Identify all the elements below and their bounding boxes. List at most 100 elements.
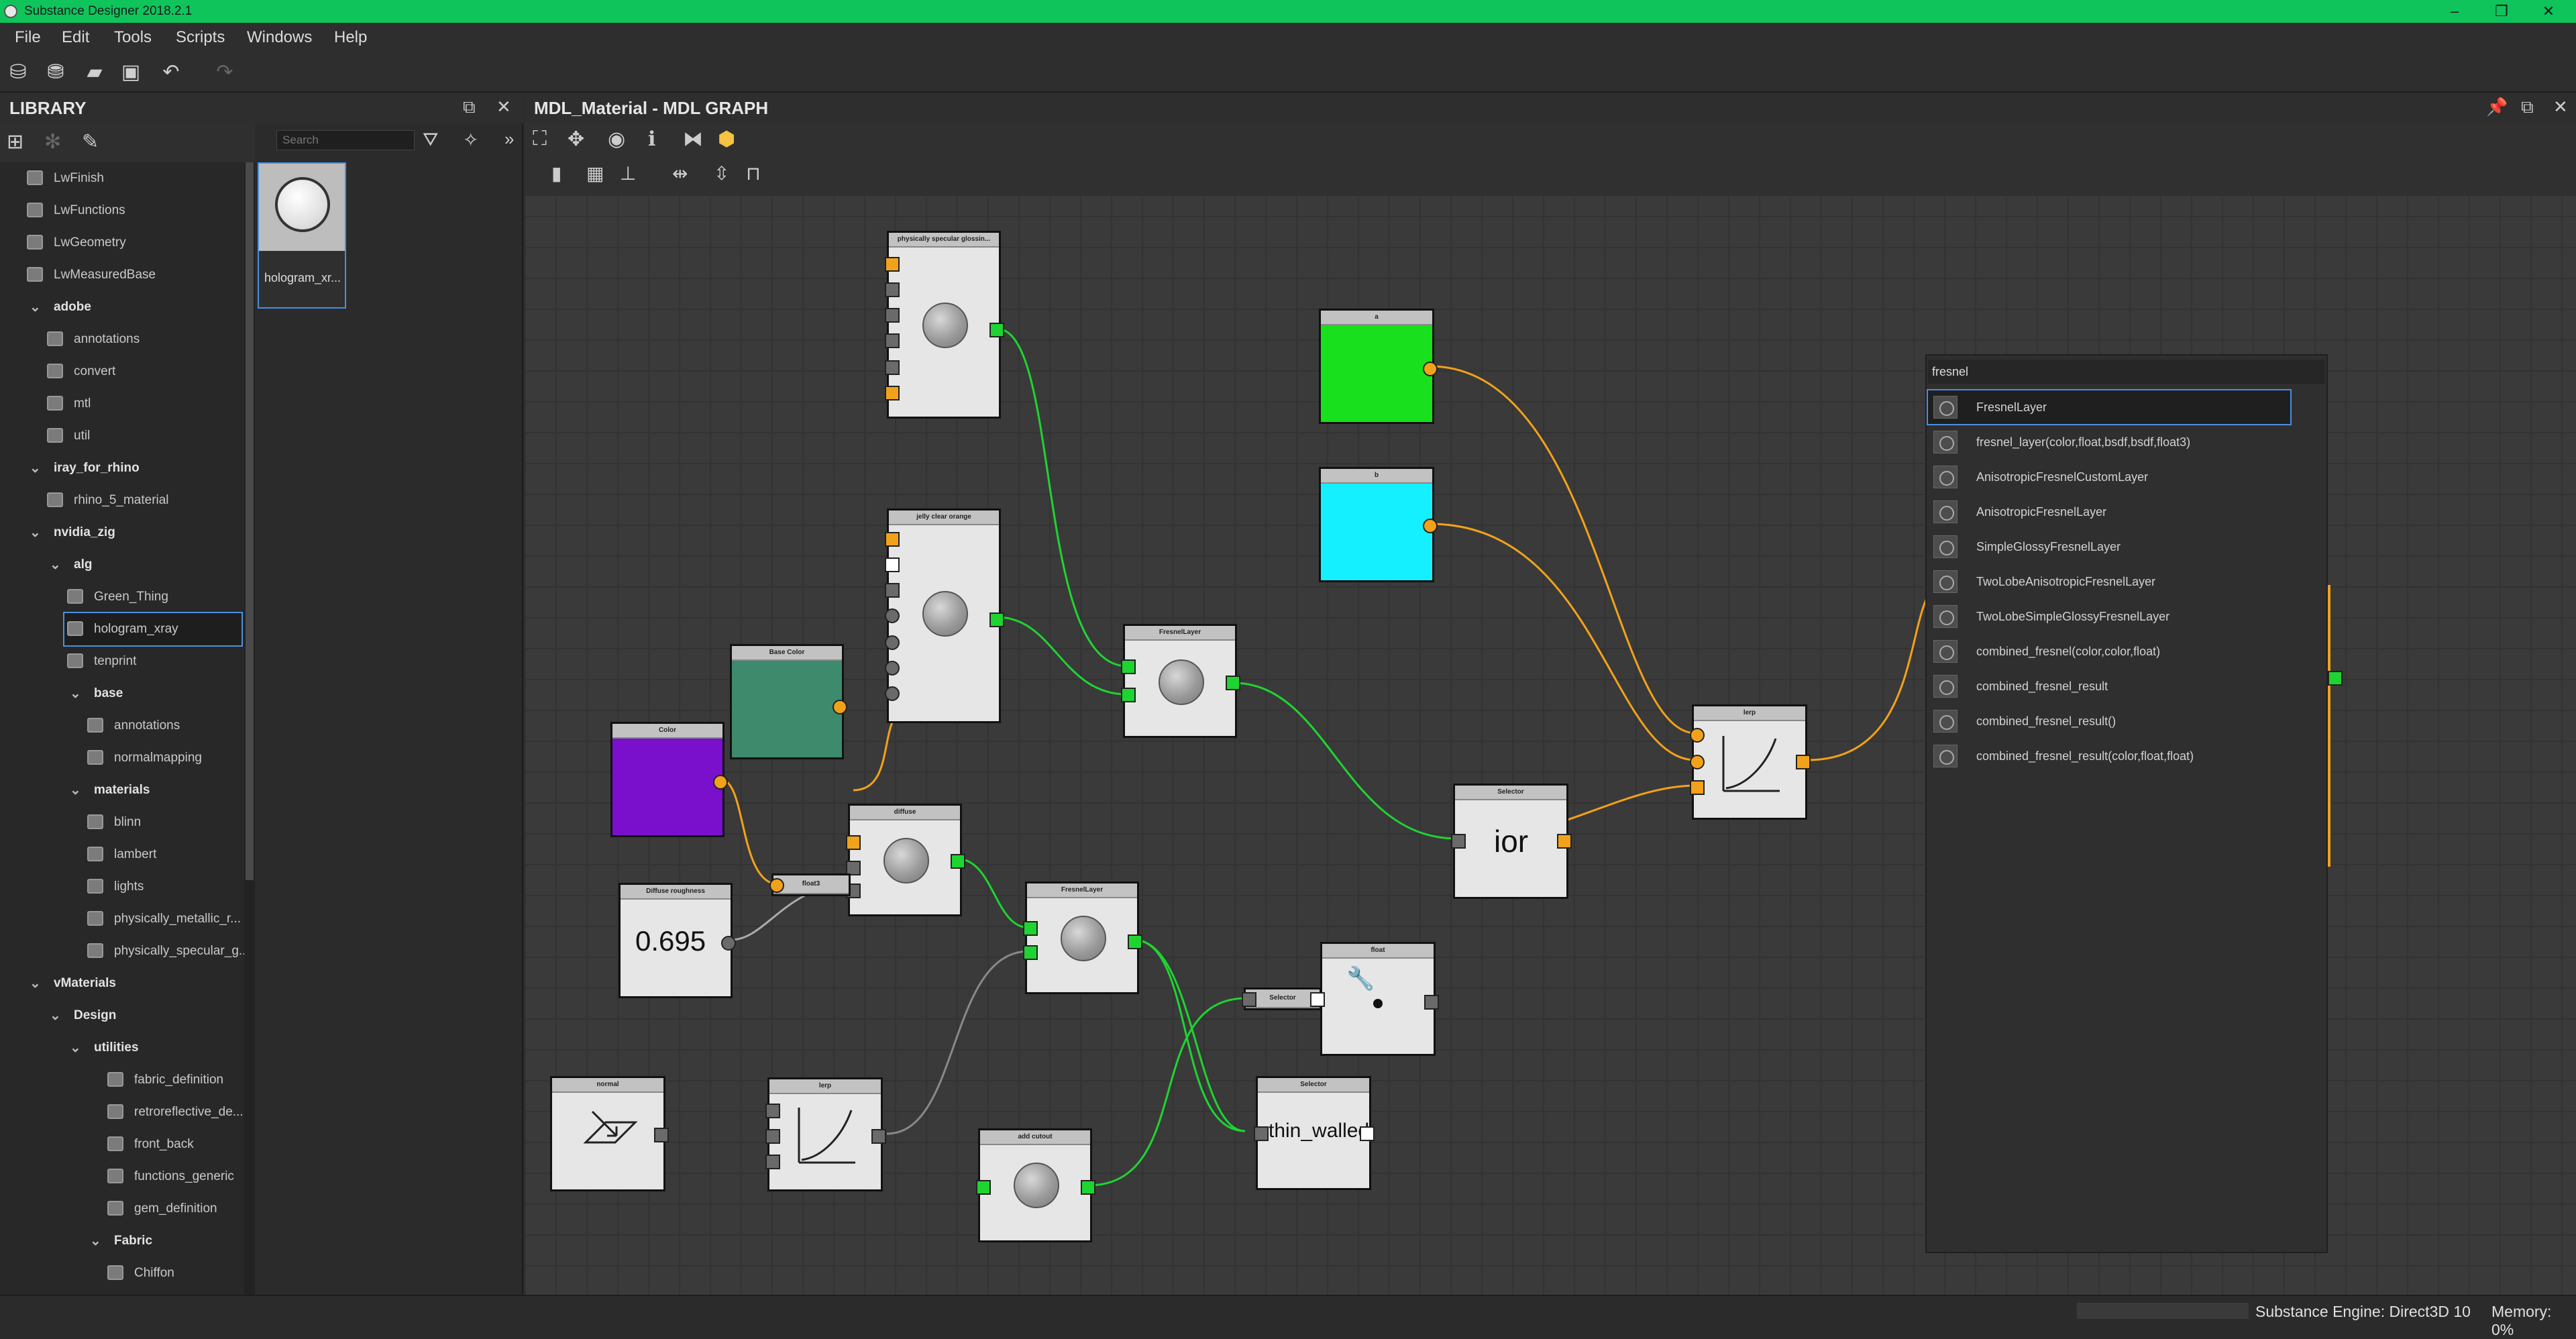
output-port[interactable] [1423, 519, 1438, 533]
new-package-icon[interactable]: ⛁ [5, 60, 31, 85]
port[interactable] [1023, 921, 1038, 936]
new-graph-icon[interactable]: ⛃ [43, 60, 68, 85]
search-result-item[interactable]: AnisotropicFresnelCustomLayer [1928, 460, 2290, 494]
open-folder-icon[interactable]: ▰ [82, 60, 107, 85]
search-result-item[interactable]: fresnel_layer(color,float,bsdf,bsdf,floa… [1928, 425, 2290, 459]
library-thumbnail-card[interactable]: hologram_xr... [258, 162, 346, 309]
node-search-input[interactable]: fresnel [1928, 360, 2325, 384]
output-port[interactable] [989, 323, 1004, 337]
chevron-down-icon[interactable]: ⌄ [70, 1032, 81, 1064]
port[interactable] [765, 1104, 780, 1118]
port[interactable] [1690, 728, 1705, 743]
minimize-icon[interactable]: – [2439, 1, 2470, 21]
output-port[interactable] [989, 612, 1004, 627]
tree-item-tenprint[interactable]: tenprint [0, 645, 241, 678]
tree-item-iray-for-rhino[interactable]: ⌄ iray_for_rhino [0, 452, 241, 484]
search-result-item[interactable]: TwoLobeAnisotropicFresnelLayer [1928, 565, 2290, 598]
port[interactable] [885, 608, 900, 623]
tree-item-fabric[interactable]: ⌄ Fabric [0, 1225, 241, 1257]
expand-panel-icon[interactable]: » [504, 129, 514, 150]
output-port[interactable] [1128, 934, 1142, 949]
tree-item-annotations[interactable]: annotations [0, 710, 241, 742]
tree-item-materials[interactable]: ⌄ materials [0, 774, 241, 806]
close-panel-icon[interactable]: ✕ [496, 97, 511, 117]
tree-item-physically-specular-g-[interactable]: physically_specular_g... [0, 935, 244, 967]
tree-item-rhino-5-material[interactable]: rhino_5_material [0, 484, 241, 517]
output-port[interactable] [1796, 755, 1811, 769]
library-add-icon[interactable]: ⊞ [7, 130, 23, 154]
chevron-down-icon[interactable]: ⌄ [30, 452, 41, 484]
port[interactable] [885, 557, 900, 572]
favorites-filter-icon[interactable]: ✧ [463, 129, 478, 151]
undock-icon[interactable]: ⧉ [463, 97, 476, 118]
output-port[interactable] [833, 700, 847, 714]
close-window-icon[interactable]: ✕ [2533, 1, 2564, 21]
tree-item-adobe[interactable]: ⌄ adobe [0, 291, 241, 323]
tree-item-alg[interactable]: ⌄ alg [0, 549, 241, 581]
node-base-color[interactable]: Base Color [730, 644, 847, 759]
tree-item-fabric-definition[interactable]: fabric_definition [0, 1064, 241, 1096]
search-result-item[interactable]: combined_fresnel_result() [1928, 704, 2290, 738]
tree-item-base[interactable]: ⌄ base [0, 678, 241, 710]
node-selector-ior[interactable]: Selector ior [1451, 784, 1572, 899]
node-selector-thin-walled[interactable]: Selector thin_walled [1254, 1076, 1375, 1190]
tree-item-convert[interactable]: convert [0, 356, 241, 388]
port[interactable] [1121, 688, 1136, 702]
tree-item-lambert[interactable]: lambert [0, 839, 241, 871]
tree-item-lwfinish[interactable]: LwFinish [0, 162, 241, 195]
tree-item-lights[interactable]: lights [0, 871, 241, 903]
chevron-down-icon[interactable]: ⌄ [30, 517, 41, 549]
search-result-item[interactable]: TwoLobeSimpleGlossyFresnelLayer [1928, 600, 2290, 633]
search-result-item[interactable]: SimpleGlossyFresnelLayer [1928, 530, 2290, 564]
search-result-item[interactable]: combined_fresnel(color,color,float) [1928, 635, 2290, 668]
restore-icon[interactable]: ❐ [2486, 1, 2517, 21]
port[interactable] [885, 386, 900, 400]
chevron-down-icon[interactable]: ⌄ [30, 967, 41, 1000]
port[interactable] [885, 257, 900, 272]
tree-item-util[interactable]: util [0, 420, 241, 452]
tree-item-lwgeometry[interactable]: LwGeometry [0, 227, 241, 259]
filter-icon[interactable]: ⛛ [423, 129, 439, 151]
node-diffuse[interactable]: diffuse [846, 804, 965, 916]
output-port[interactable] [1310, 992, 1325, 1007]
search-result-item[interactable]: combined_fresnel_result [1928, 670, 2290, 703]
chevron-down-icon[interactable]: ⌄ [50, 549, 61, 581]
node-fresnel-layer-2[interactable]: FresnelLayer [1023, 881, 1142, 994]
output-port[interactable] [713, 775, 728, 790]
menu-help[interactable]: Help [334, 28, 367, 47]
output-port[interactable] [1423, 362, 1438, 376]
tree-scrollbar[interactable] [244, 162, 255, 1296]
tree-item-functions-generic[interactable]: functions_generic [0, 1161, 241, 1193]
menu-scripts[interactable]: Scripts [176, 28, 225, 47]
node-normal[interactable]: normal [550, 1076, 669, 1191]
output-port[interactable] [654, 1128, 669, 1142]
tree-item-annotations[interactable]: annotations [0, 323, 241, 356]
tree-item-front-back[interactable]: front_back [0, 1128, 241, 1161]
tree-item-mtl[interactable]: mtl [0, 388, 241, 420]
port[interactable] [885, 308, 900, 323]
chevron-down-icon[interactable]: ⌄ [50, 1000, 61, 1032]
port[interactable] [1242, 992, 1256, 1007]
library-edit-icon[interactable]: ✎ [82, 130, 99, 154]
output-port[interactable] [2328, 671, 2343, 686]
port[interactable] [885, 583, 900, 598]
menu-windows[interactable]: Windows [247, 28, 312, 47]
port[interactable] [765, 1155, 780, 1169]
undo-icon[interactable]: ↶ [158, 60, 184, 85]
port[interactable] [1690, 755, 1705, 769]
search-result-item[interactable]: FresnelLayer [1927, 389, 2292, 425]
node-lerp[interactable]: lerp [1690, 704, 1811, 820]
port[interactable] [1690, 780, 1705, 795]
search-result-item[interactable]: combined_fresnel_result(color,float,floa… [1928, 739, 2290, 773]
library-sync-icon[interactable]: ✻ [44, 130, 61, 154]
node-add-cutout[interactable]: add cutout [976, 1128, 1095, 1242]
tree-item-physically-metallic-r-[interactable]: physically_metallic_r... [0, 903, 241, 935]
tree-item-green-thing[interactable]: Green_Thing [0, 581, 241, 613]
tree-item-gem-definition[interactable]: gem_definition [0, 1193, 241, 1225]
node-a[interactable]: a [1319, 309, 1438, 424]
node-selector-small[interactable]: Selector [1242, 987, 1325, 1010]
node-float3[interactable]: float3 [769, 873, 851, 896]
menu-file[interactable]: File [15, 28, 41, 47]
tree-item-design[interactable]: ⌄ Design [0, 1000, 241, 1032]
output-port[interactable] [871, 1129, 886, 1144]
